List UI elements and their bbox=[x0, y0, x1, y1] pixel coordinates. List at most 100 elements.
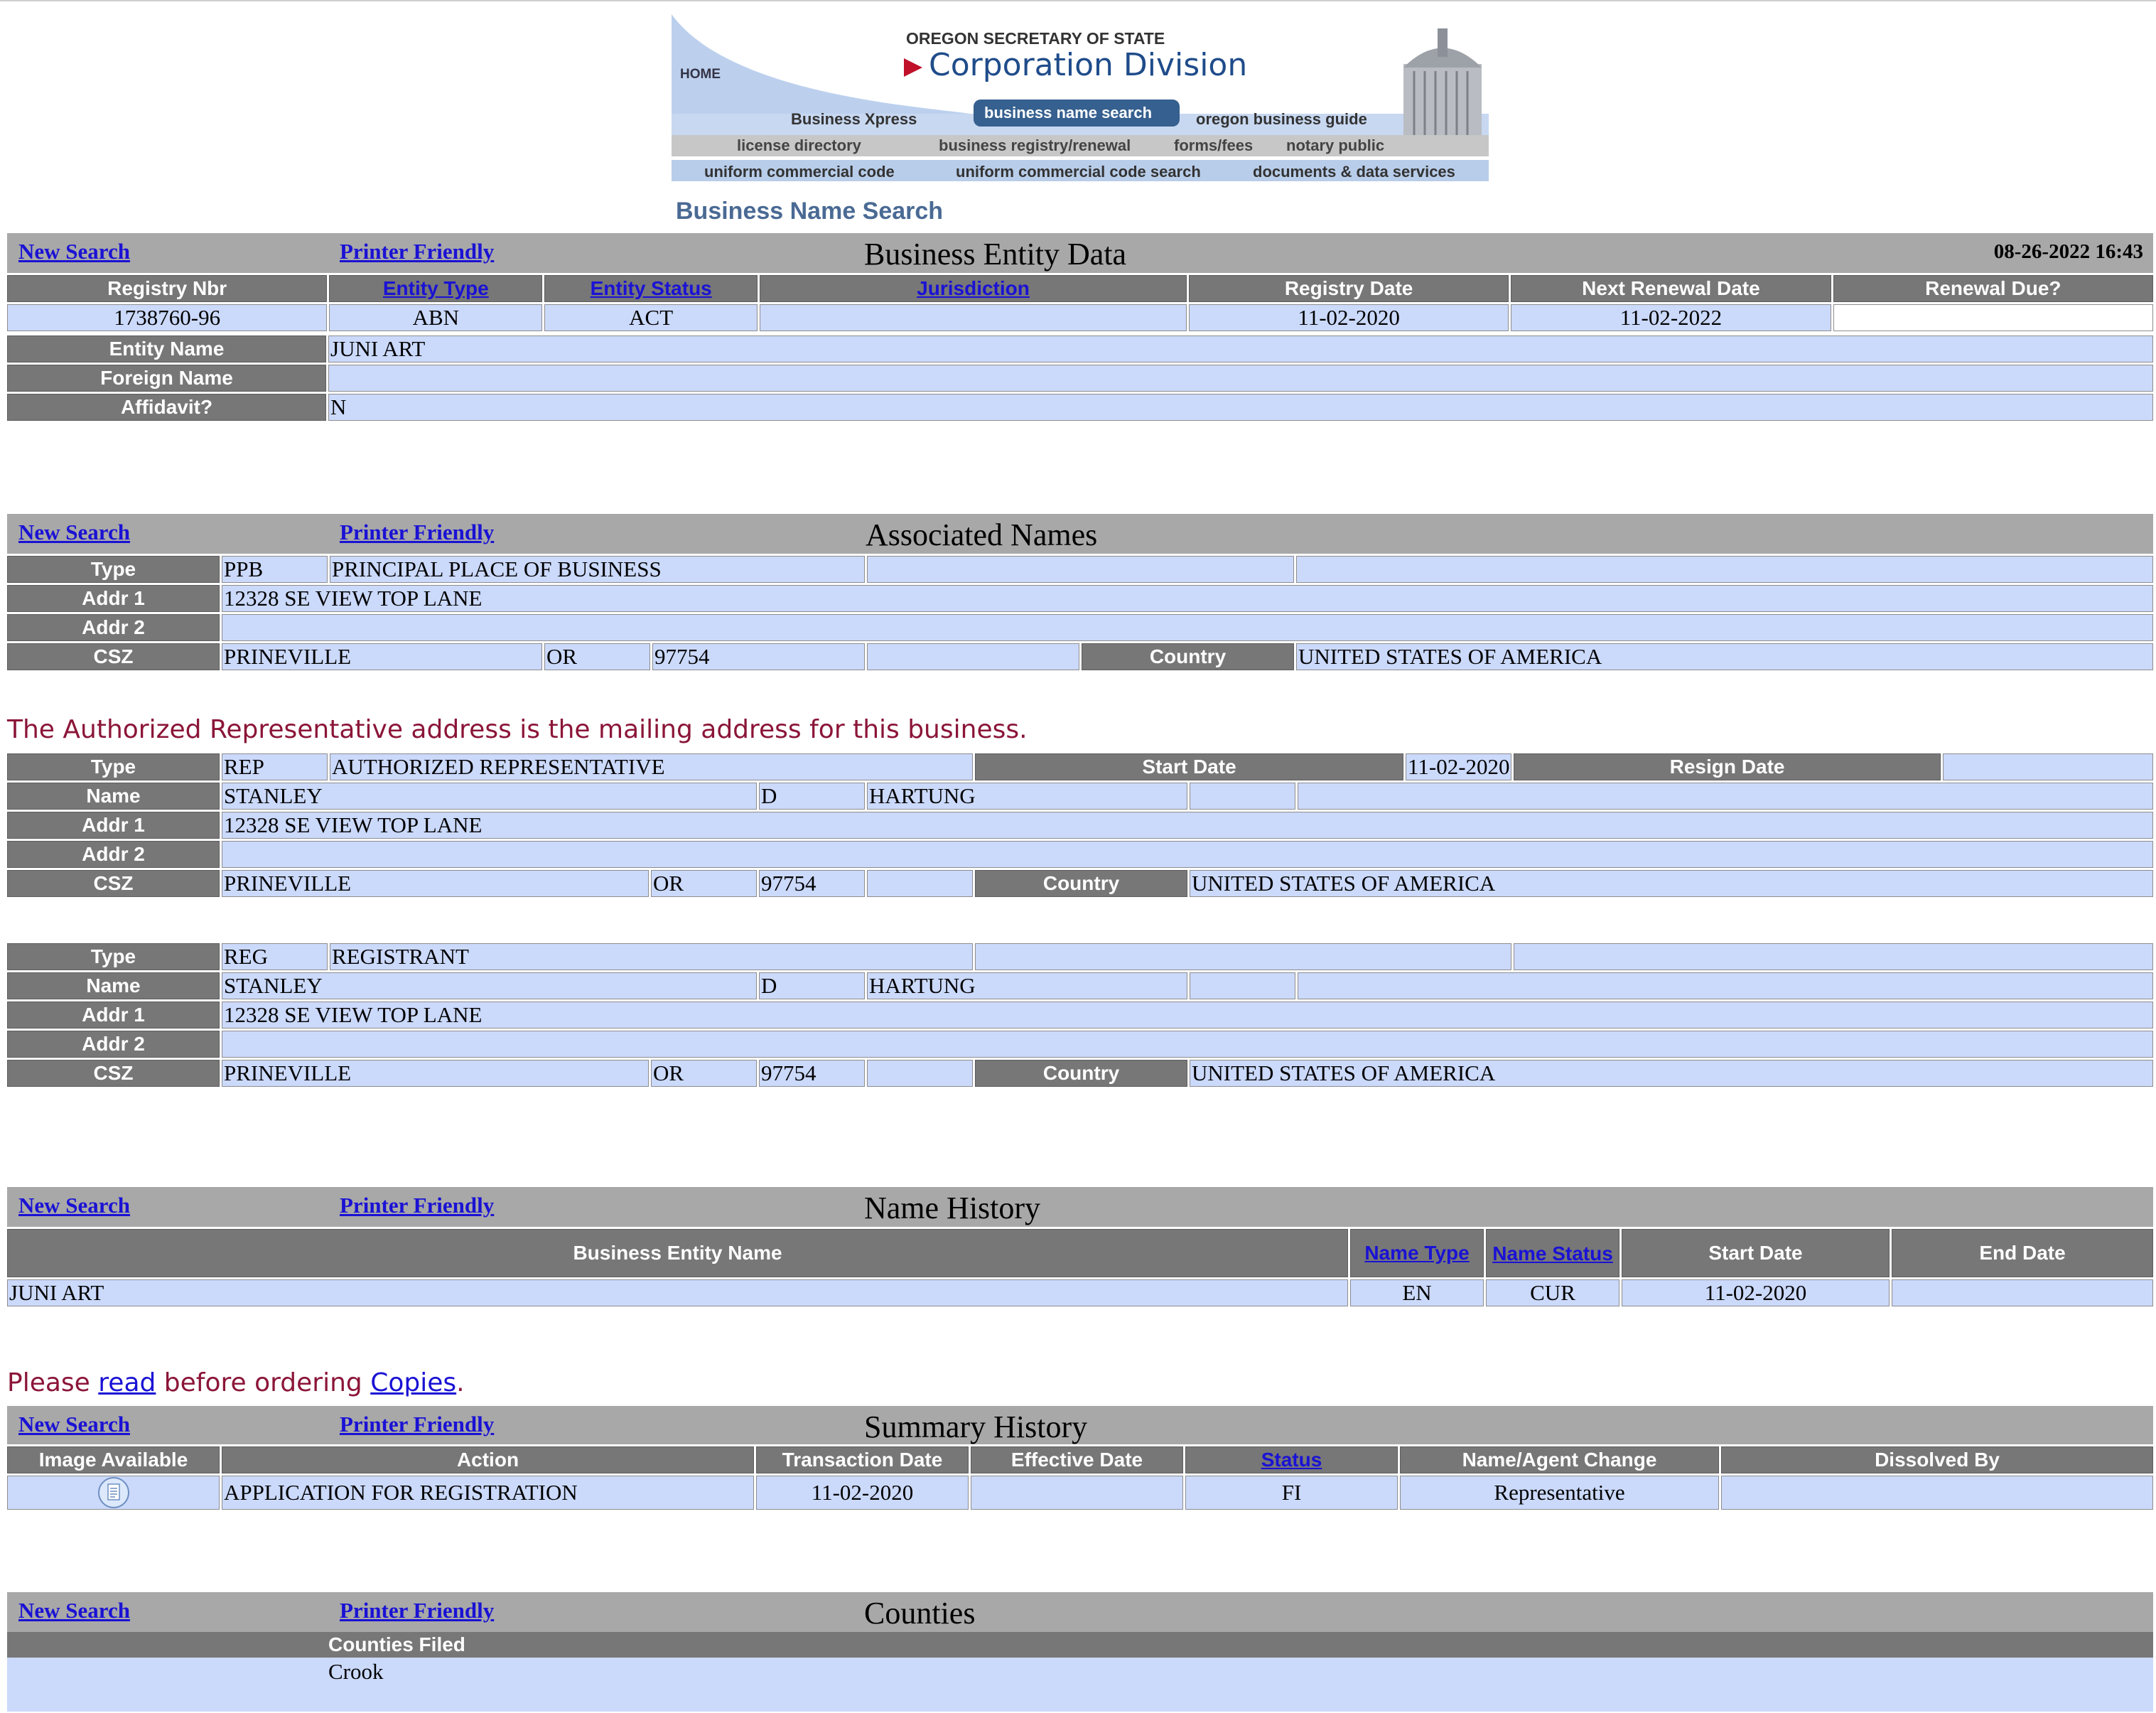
nav-uniform-commercial-code[interactable]: uniform commercial code bbox=[704, 163, 895, 181]
image-available-cell bbox=[7, 1476, 220, 1510]
entity-status-link[interactable]: Entity Status bbox=[591, 277, 712, 299]
foreign-name bbox=[328, 365, 2153, 392]
renewal-due-header: Renewal Due? bbox=[1833, 275, 2153, 302]
rep-addr2 bbox=[222, 841, 2153, 868]
new-search-link[interactable]: New Search bbox=[18, 1598, 130, 1623]
corporation-division-banner: OREGON SECRETARY OF STATE Corporation Di… bbox=[672, 14, 1489, 181]
ppb-code: PPB bbox=[222, 556, 328, 583]
country-label: Country bbox=[975, 1060, 1188, 1087]
nav-notary-public[interactable]: notary public bbox=[1286, 136, 1384, 154]
effective-date-header: Effective Date bbox=[971, 1446, 1183, 1473]
next-renewal-date-header: Next Renewal Date bbox=[1511, 275, 1831, 302]
nav-business-registry[interactable]: business registry/renewal bbox=[939, 136, 1131, 154]
table-row: JUNI ART EN CUR 11-02-2020 bbox=[7, 1279, 2153, 1306]
start-date-label: Start Date bbox=[975, 753, 1404, 780]
nav-business-xpress[interactable]: Business Xpress bbox=[791, 110, 917, 128]
rep-table: Type REP AUTHORIZED REPRESENTATIVE Start… bbox=[5, 751, 2155, 899]
name-type-link[interactable]: Name Type bbox=[1364, 1242, 1469, 1264]
entity-name-label: Entity Name bbox=[7, 335, 326, 363]
history-name-type: EN bbox=[1350, 1279, 1484, 1306]
page-title: Business Name Search bbox=[676, 198, 944, 225]
addr2-label: Addr 2 bbox=[7, 841, 220, 868]
printer-friendly-link[interactable]: Printer Friendly bbox=[340, 1412, 494, 1437]
authorized-rep-notice: The Authorized Representative address is… bbox=[7, 715, 1028, 744]
action-header: Action bbox=[222, 1446, 754, 1473]
table-row: CSZ PRINEVILLE OR 97754 Country UNITED S… bbox=[7, 1060, 2153, 1087]
banner-agency-large: Corporation Division bbox=[929, 47, 1247, 83]
rep-block: Type REP AUTHORIZED REPRESENTATIVE Start… bbox=[7, 751, 2153, 899]
ppb-addr1: 12328 SE VIEW TOP LANE bbox=[222, 585, 2153, 612]
rep-zip: 97754 bbox=[759, 870, 865, 897]
empty-cell bbox=[867, 556, 1294, 583]
counties-filed-row: Crook bbox=[7, 1658, 2153, 1712]
name-history-section: New Search Printer Friendly Name History… bbox=[7, 1187, 2153, 1309]
country-label: Country bbox=[975, 870, 1188, 897]
reg-city: PRINEVILLE bbox=[222, 1060, 649, 1087]
copies-notice-pre: Please bbox=[7, 1368, 99, 1397]
new-search-link[interactable]: New Search bbox=[18, 1193, 130, 1218]
nav-license-directory[interactable]: license directory bbox=[737, 136, 862, 154]
transaction-date-header: Transaction Date bbox=[756, 1446, 969, 1473]
nav-oregon-business-guide[interactable]: oregon business guide bbox=[1196, 110, 1367, 128]
empty-cell bbox=[867, 643, 1079, 670]
summary-action: APPLICATION FOR REGISTRATION bbox=[222, 1476, 754, 1510]
section-title: Name History bbox=[864, 1191, 1041, 1225]
nav-ucc-search[interactable]: uniform commercial code search bbox=[956, 163, 1201, 181]
timestamp: 08-26-2022 16:43 bbox=[1993, 240, 2143, 263]
copies-notice: Please read before ordering Copies. bbox=[7, 1368, 465, 1397]
printer-friendly-link[interactable]: Printer Friendly bbox=[340, 520, 494, 545]
new-search-link[interactable]: New Search bbox=[18, 1412, 130, 1437]
rep-code: REP bbox=[222, 753, 328, 780]
table-row: Foreign Name bbox=[7, 365, 2153, 392]
reg-state: OR bbox=[651, 1060, 757, 1087]
document-icon[interactable] bbox=[97, 1476, 130, 1509]
entity-status: ACT bbox=[544, 304, 758, 331]
business-entity-name-header: Business Entity Name bbox=[7, 1229, 1348, 1277]
reg-country: UNITED STATES OF AMERICA bbox=[1190, 1060, 2153, 1087]
printer-friendly-link[interactable]: Printer Friendly bbox=[340, 1598, 494, 1623]
new-search-link[interactable]: New Search bbox=[18, 239, 130, 264]
registry-date-header: Registry Date bbox=[1188, 275, 1509, 302]
affidavit-label: Affidavit? bbox=[7, 394, 326, 421]
nav-documents-data[interactable]: documents & data services bbox=[1253, 163, 1455, 181]
printer-friendly-link[interactable]: Printer Friendly bbox=[340, 1193, 494, 1218]
country-label: Country bbox=[1082, 643, 1294, 670]
table-row: Type REP AUTHORIZED REPRESENTATIVE Start… bbox=[7, 753, 2153, 780]
ppb-country: UNITED STATES OF AMERICA bbox=[1296, 643, 2153, 670]
registry-nbr: 1738760-96 bbox=[7, 304, 328, 331]
empty-cell bbox=[975, 943, 1512, 970]
table-header-row: Image Available Action Transaction Date … bbox=[7, 1446, 2153, 1473]
status-link[interactable]: Status bbox=[1261, 1449, 1322, 1471]
table-row: Addr 2 bbox=[7, 1031, 2153, 1058]
printer-friendly-link[interactable]: Printer Friendly bbox=[340, 239, 494, 264]
name-status-link[interactable]: Name Status bbox=[1492, 1242, 1613, 1264]
empty-cell bbox=[1296, 556, 2153, 583]
section-titlebar: New Search Printer Friendly Counties bbox=[7, 1592, 2153, 1632]
table-row: Addr 2 bbox=[7, 841, 2153, 868]
summary-effective-date bbox=[971, 1476, 1183, 1510]
table-row: Addr 1 12328 SE VIEW TOP LANE bbox=[7, 585, 2153, 612]
table-row: Type PPB PRINCIPAL PLACE OF BUSINESS bbox=[7, 556, 2153, 583]
rep-desc: AUTHORIZED REPRESENTATIVE bbox=[330, 753, 974, 780]
nav-business-name-search[interactable]: business name search bbox=[984, 104, 1152, 122]
new-search-link[interactable]: New Search bbox=[18, 520, 130, 545]
banner-home-link[interactable]: HOME bbox=[680, 67, 721, 82]
table-row: Addr 2 bbox=[7, 614, 2153, 641]
ppb-state: OR bbox=[544, 643, 650, 670]
table-row: Name STANLEY D HARTUNG bbox=[7, 783, 2153, 810]
counties-filed-header: Counties Filed bbox=[7, 1632, 2153, 1658]
history-name-status: CUR bbox=[1486, 1279, 1619, 1306]
copies-link[interactable]: Copies bbox=[370, 1368, 456, 1397]
registrant-table: Type REG REGISTRANT Name STANLEY D HARTU… bbox=[5, 941, 2155, 1089]
csz-label: CSZ bbox=[7, 643, 220, 670]
read-link[interactable]: read bbox=[98, 1368, 156, 1397]
reg-zip: 97754 bbox=[759, 1060, 865, 1087]
csz-label: CSZ bbox=[7, 870, 220, 897]
jurisdiction-header: Jurisdiction bbox=[760, 275, 1187, 302]
entity-type-link[interactable]: Entity Type bbox=[383, 277, 489, 299]
ppb-table: Type PPB PRINCIPAL PLACE OF BUSINESS Add… bbox=[5, 554, 2155, 672]
nav-forms-fees[interactable]: forms/fees bbox=[1174, 136, 1253, 154]
jurisdiction-link[interactable]: Jurisdiction bbox=[917, 277, 1030, 299]
ppb-addr2 bbox=[222, 614, 2153, 641]
summary-status: FI bbox=[1185, 1476, 1398, 1510]
